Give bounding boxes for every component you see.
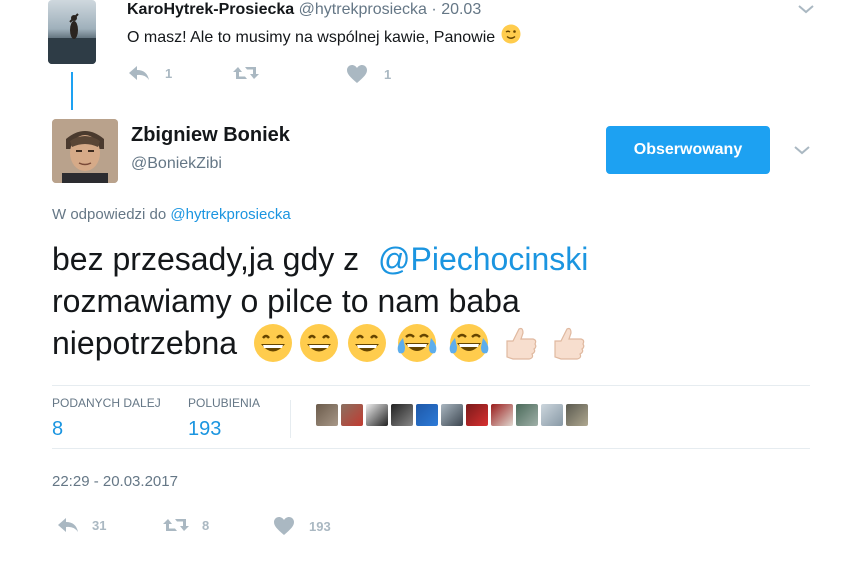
heart-icon [347, 65, 367, 83]
parent-reply-count: 1 [165, 65, 173, 81]
liker-avatar[interactable] [366, 404, 388, 426]
retweets-label: PODANYCH DALEJ [52, 396, 161, 410]
main-tweet-text: bez przesady,ja gdy z @Piechocinski rozm… [52, 238, 812, 364]
parent-reply-action[interactable]: 1 [127, 64, 172, 82]
main-handle[interactable]: @BoniekZibi [131, 154, 222, 174]
reply-prefix: W odpowiedzi do [52, 206, 167, 223]
parent-chevron-down-icon[interactable] [796, 2, 816, 16]
liker-avatar[interactable] [566, 404, 588, 426]
liker-avatar[interactable] [491, 404, 513, 426]
parent-date[interactable]: 20.03 [441, 1, 481, 18]
grin-emoji [348, 324, 387, 362]
retweet-count: 8 [202, 517, 210, 533]
parent-like-action[interactable]: 1 [346, 64, 391, 84]
grin-emoji [254, 324, 293, 362]
parent-like-count: 1 [384, 66, 392, 82]
like-count: 193 [309, 518, 331, 534]
liker-avatar[interactable] [466, 404, 488, 426]
retweets-stat[interactable]: PODANYCH DALEJ 8 [52, 396, 161, 442]
likers-facepile [316, 404, 591, 426]
grin-emoji [300, 324, 339, 362]
reply-context: W odpowiedzi do @hytrekprosiecka [52, 205, 291, 225]
following-button[interactable]: Obserwowany [606, 126, 770, 174]
tears-of-joy-emoji [397, 324, 437, 362]
likes-value: 193 [188, 418, 222, 440]
like-action[interactable]: 193 [273, 516, 331, 536]
parent-retweet-action[interactable] [232, 64, 260, 82]
stats-top-divider [52, 385, 810, 386]
tweet-timestamp[interactable]: 22:29 - 20.03.2017 [52, 472, 178, 492]
parent-avatar[interactable] [48, 0, 96, 64]
wink-emoji [501, 24, 521, 51]
retweet-action[interactable]: 8 [162, 516, 209, 534]
retweet-icon [233, 67, 259, 79]
stats-separator [290, 400, 291, 438]
tweet-text-line3: niepotrzebna [52, 325, 238, 361]
main-chevron-down-icon[interactable] [792, 143, 812, 157]
parent-separator: · [431, 1, 437, 18]
parent-tweet-text: O masz! Ale to musimy na wspólnej kawie,… [127, 28, 496, 46]
parent-display-name[interactable]: KaroHytrek-Prosiecka [127, 1, 294, 18]
main-display-name[interactable]: Zbigniew Boniek [131, 123, 290, 147]
stats-bottom-divider [52, 448, 810, 449]
retweets-value: 8 [52, 418, 64, 440]
tweet-text-line1: bez przesady,ja gdy z [52, 241, 369, 277]
liker-avatar[interactable] [416, 404, 438, 426]
liker-avatar[interactable] [441, 404, 463, 426]
thumbs-up-emoji [554, 327, 585, 360]
thumbs-up-emoji [506, 327, 537, 360]
liker-avatar[interactable] [341, 404, 363, 426]
thread-line [71, 72, 73, 110]
liker-avatar[interactable] [541, 404, 563, 426]
retweet-icon [163, 519, 189, 531]
reply-to-link[interactable]: @hytrekprosiecka [170, 206, 290, 223]
liker-avatar[interactable] [391, 404, 413, 426]
reply-action[interactable]: 31 [56, 516, 106, 534]
liker-avatar[interactable] [316, 404, 338, 426]
reply-icon [129, 66, 149, 80]
likes-label: POLUBIENIA [188, 396, 261, 410]
tears-of-joy-emoji [449, 324, 489, 362]
reply-icon [58, 518, 78, 532]
main-avatar[interactable] [52, 119, 118, 183]
mention-link[interactable]: @Piechocinski [378, 241, 588, 277]
tweet-text-line2: rozmawiamy o pilce to nam baba [52, 283, 520, 319]
parent-handle[interactable]: @hytrekprosiecka [299, 1, 427, 18]
likes-stat[interactable]: POLUBIENIA 193 [188, 396, 260, 442]
reply-count: 31 [92, 517, 107, 533]
heart-icon [274, 517, 294, 535]
liker-avatar[interactable] [516, 404, 538, 426]
